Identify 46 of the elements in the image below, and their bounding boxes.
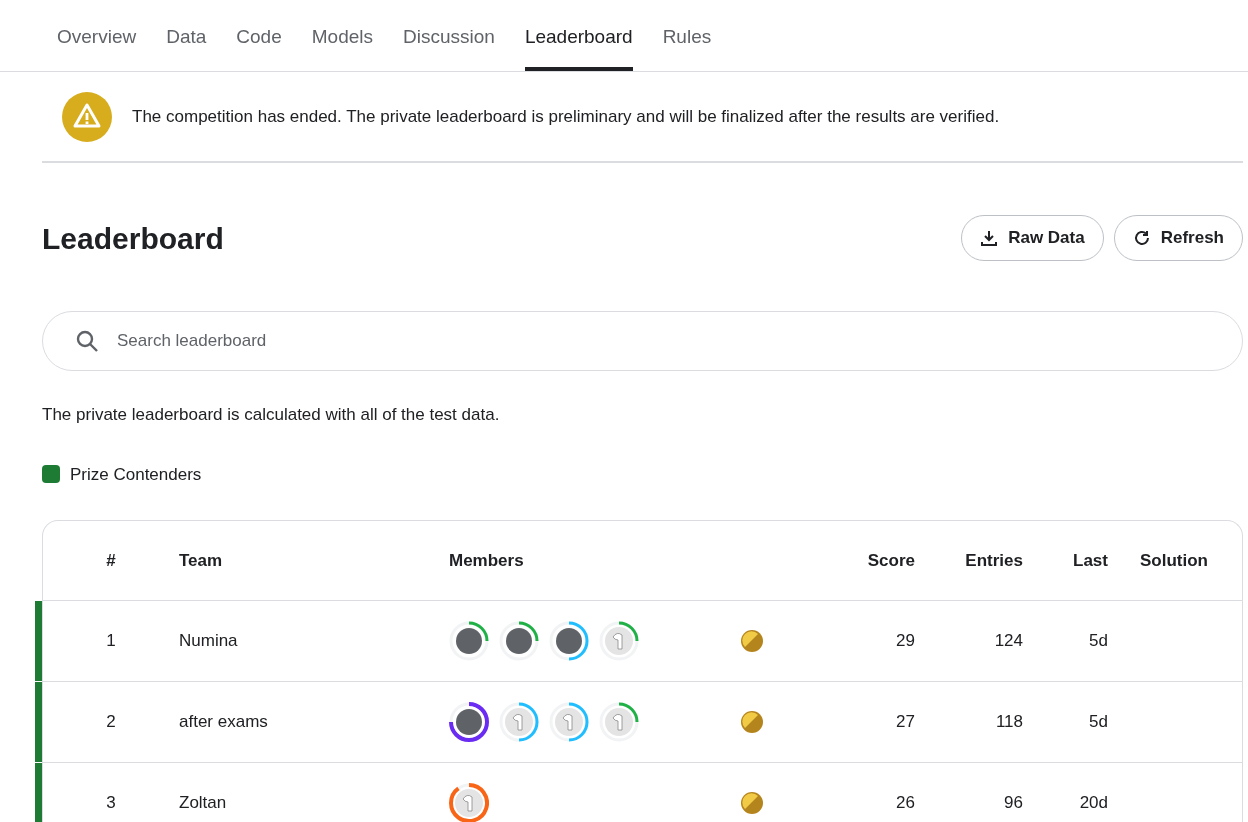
column-header[interactable]: Solution xyxy=(1108,547,1242,574)
search-icon xyxy=(75,329,99,353)
score-cell-text: 29 xyxy=(895,630,915,653)
warning-icon xyxy=(62,91,112,142)
table-row[interactable]: 1 Numina 29 124 5d xyxy=(43,601,1242,682)
page-title: Leaderboard xyxy=(42,220,224,257)
rank-cell-text: 3 xyxy=(105,792,117,815)
score-cell-text: 27 xyxy=(895,711,915,734)
team-cell[interactable]: Numina xyxy=(179,628,449,654)
entries-cell-text: 124 xyxy=(993,630,1023,653)
legend-label: Prize Contenders xyxy=(70,463,202,486)
download-icon xyxy=(980,229,999,247)
nav-tab[interactable]: Data xyxy=(166,22,207,71)
team-cell[interactable]: Zoltan xyxy=(179,790,449,816)
medal-icon xyxy=(740,710,764,734)
member-avatar[interactable] xyxy=(449,783,489,822)
table-row[interactable]: 2 after exams 27 118 5d xyxy=(43,682,1242,763)
notice-text: The competition has ended. The private leaderboard is preliminary and will be finalized after the results are verified. xyxy=(132,105,1000,128)
column-header[interactable]: Team xyxy=(179,547,449,574)
entries-cell-text: 118 xyxy=(994,711,1023,734)
last-cell-text: 5d xyxy=(1088,711,1108,734)
nav-tab[interactable]: Models xyxy=(311,22,373,71)
column-header[interactable]: Score xyxy=(783,547,915,574)
nav-tab[interactable]: Code xyxy=(236,22,282,71)
column-header[interactable]: Members xyxy=(449,547,719,574)
medal-icon xyxy=(740,629,764,653)
nav-tab[interactable]: Overview xyxy=(57,22,137,71)
nav-tab[interactable]: Rules xyxy=(662,22,712,71)
entries-cell-text: 96 xyxy=(1003,792,1023,815)
rank-cell-text: 1 xyxy=(105,630,117,653)
member-avatar[interactable] xyxy=(449,702,489,742)
nav-tab[interactable]: Discussion xyxy=(403,22,495,71)
last-cell-text: 20d xyxy=(1078,792,1108,815)
rank-cell-text: 2 xyxy=(105,711,117,734)
search-input[interactable]: Search leaderboard xyxy=(117,328,1210,354)
last-cell-text: 5d xyxy=(1088,630,1108,653)
refresh-icon xyxy=(1132,229,1151,247)
medal-icon xyxy=(740,791,764,815)
column-header[interactable]: # xyxy=(43,547,179,574)
column-header[interactable]: Last xyxy=(1023,547,1108,574)
column-header[interactable]: Entries xyxy=(915,547,1023,574)
nav-tab[interactable]: Leaderboard xyxy=(524,22,633,71)
description-text: The private leaderboard is calculated with all of the test data. xyxy=(42,404,501,426)
table-row[interactable]: 3 Zoltan 26 96 20d xyxy=(43,763,1242,822)
team-cell[interactable]: after exams xyxy=(179,709,449,735)
score-cell-text: 26 xyxy=(895,792,915,815)
